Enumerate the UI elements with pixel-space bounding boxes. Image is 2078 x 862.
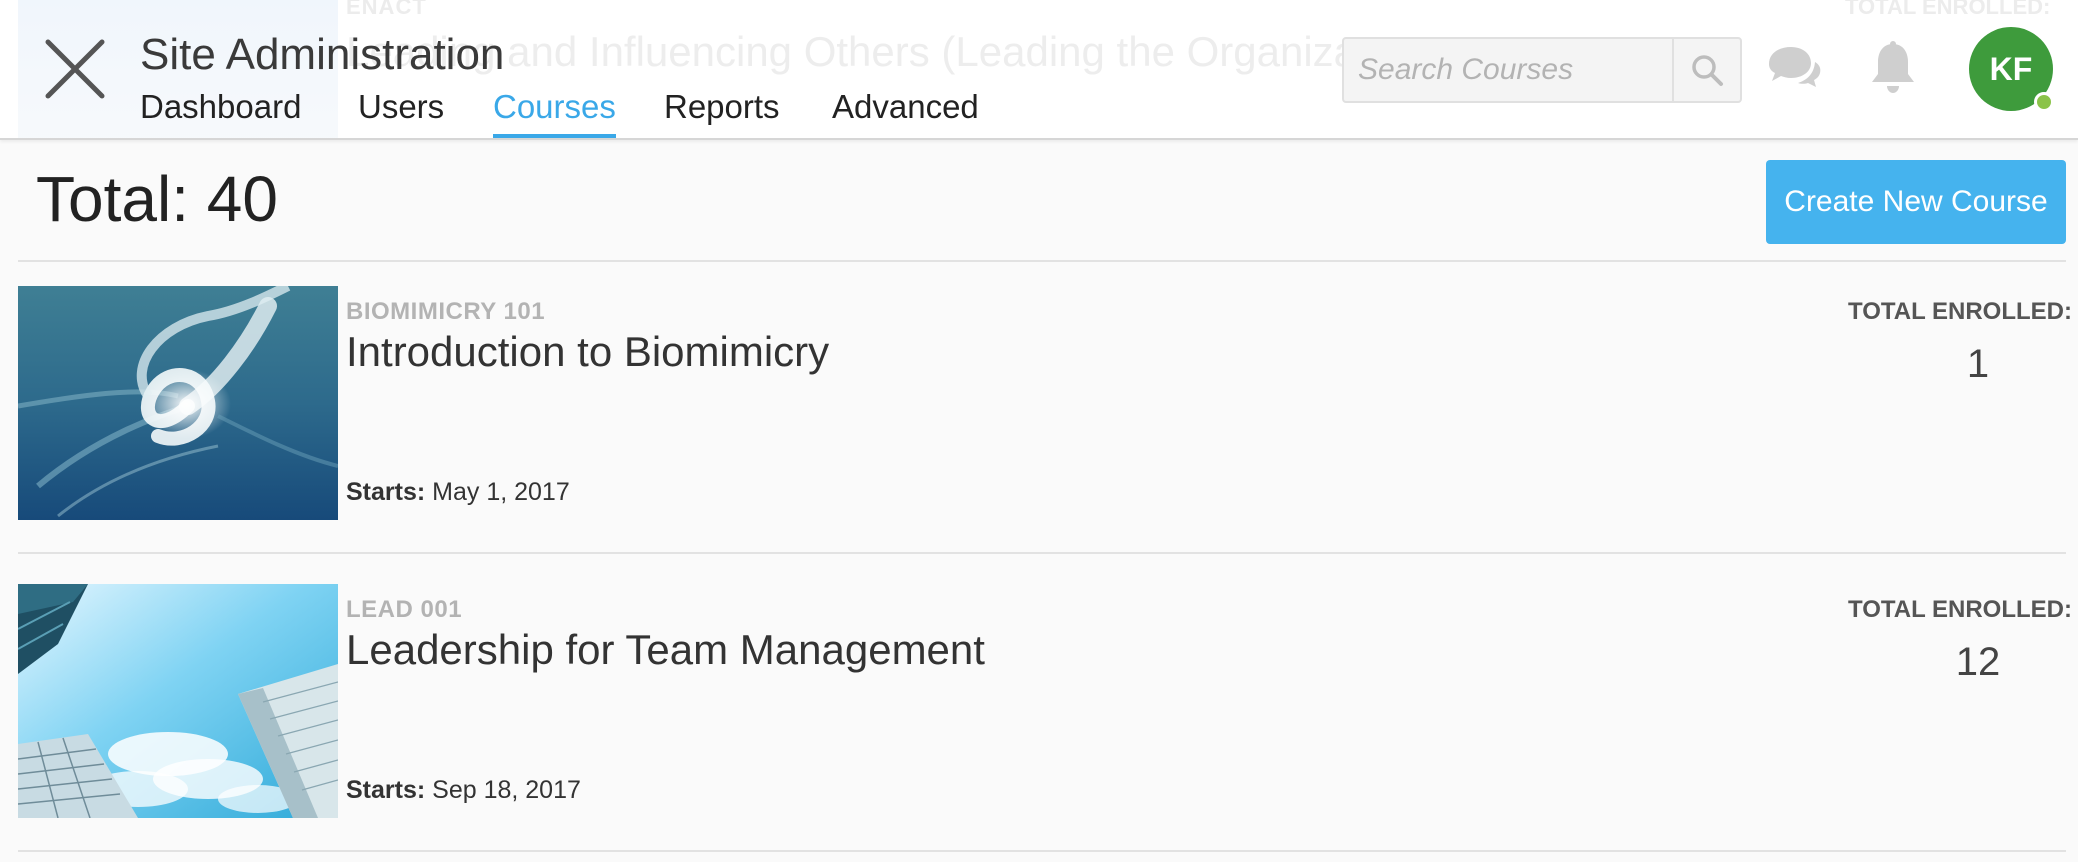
tab-users[interactable]: Users	[358, 88, 444, 134]
course-start-date: Starts: May 1, 2017	[346, 478, 570, 507]
total-enrolled-label: TOTAL ENROLLED:	[1848, 596, 2072, 623]
course-thumbnail[interactable]	[18, 584, 338, 818]
close-button[interactable]	[40, 34, 110, 104]
skyscrapers-sky-image	[18, 584, 338, 818]
total-count: Total: 40	[36, 163, 278, 235]
search-button[interactable]	[1672, 39, 1740, 101]
divider	[18, 850, 2066, 852]
messages-button[interactable]	[1765, 44, 1823, 94]
page-title: Site Administration	[140, 30, 505, 79]
search-icon	[1692, 55, 1723, 86]
bell-icon	[1872, 41, 1914, 93]
ocean-wave-swirl-image	[18, 286, 338, 520]
course-title-link[interactable]: Leadership for Team Management	[346, 626, 985, 674]
divider	[18, 260, 2066, 262]
top-header: ENACT Leading and Influencing Others (Le…	[0, 0, 2078, 140]
course-row: BIOMIMICRY 101 Introduction to Biomimicr…	[18, 286, 2072, 522]
close-icon	[45, 39, 105, 99]
tab-dashboard[interactable]: Dashboard	[140, 88, 301, 134]
course-code: LEAD 001	[346, 596, 463, 623]
background-enrolled-label: TOTAL ENROLLED:	[1845, 0, 2051, 19]
starts-date: May 1, 2017	[432, 478, 570, 506]
course-row: LEAD 001 Leadership for Team Management …	[18, 584, 2072, 820]
total-enrolled-count: 1	[1966, 342, 1990, 386]
online-status-indicator	[2034, 92, 2054, 112]
total-enrolled-label: TOTAL ENROLLED:	[1848, 298, 2072, 325]
total-enrolled-count: 12	[1955, 640, 2001, 684]
tab-reports[interactable]: Reports	[664, 88, 780, 134]
background-course-code: ENACT	[346, 0, 427, 19]
create-new-course-button[interactable]: Create New Course	[1766, 160, 2066, 244]
chat-bubbles-icon	[1769, 47, 1821, 87]
search-input[interactable]	[1344, 39, 1672, 101]
search-box	[1342, 37, 1742, 103]
divider	[18, 552, 2066, 554]
starts-label: Starts:	[346, 478, 426, 506]
course-start-date: Starts: Sep 18, 2017	[346, 776, 581, 805]
starts-date: Sep 18, 2017	[432, 776, 581, 804]
course-thumbnail[interactable]	[18, 286, 338, 520]
notifications-button[interactable]	[1868, 40, 1918, 96]
tab-courses[interactable]: Courses	[493, 88, 616, 138]
tab-advanced[interactable]: Advanced	[832, 88, 979, 134]
course-code: BIOMIMICRY 101	[346, 298, 546, 325]
course-title-link[interactable]: Introduction to Biomimicry	[346, 328, 829, 376]
starts-label: Starts:	[346, 776, 426, 804]
